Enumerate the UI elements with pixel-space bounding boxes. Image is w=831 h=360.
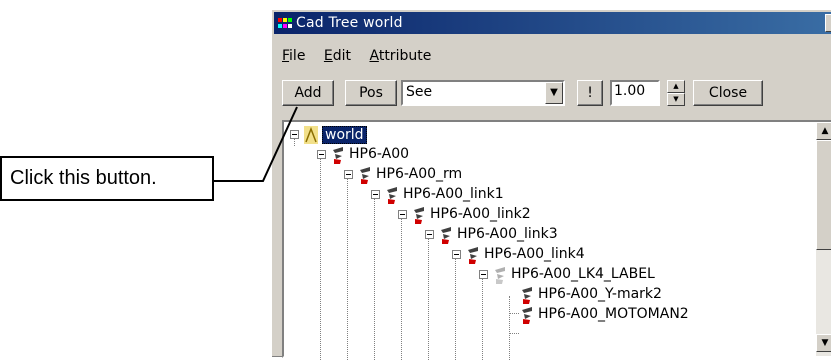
pos-button[interactable]: Pos	[345, 80, 397, 106]
tree-item-label: HP6-A00_link1	[403, 186, 504, 202]
collapse-icon[interactable]	[290, 130, 299, 139]
menu-edit-label: dit	[332, 48, 352, 64]
mode-select-value: See	[406, 84, 433, 100]
add-button-label: Add	[294, 85, 322, 101]
tree-item-label: HP6-A00_link2	[430, 206, 531, 222]
toolbar: Add Pos See ▼ ! 1.00 ▲ ▼ Close	[272, 80, 831, 114]
mode-select[interactable]: See ▼	[401, 80, 565, 106]
bang-button[interactable]: !	[577, 80, 603, 106]
collapse-icon[interactable]	[344, 170, 353, 179]
close-button-label: Close	[708, 85, 748, 101]
collapse-icon[interactable]	[425, 230, 434, 239]
scale-input[interactable]: 1.00	[610, 80, 660, 106]
collapse-icon[interactable]	[452, 250, 461, 259]
robot-icon	[387, 187, 397, 204]
robot-icon	[333, 147, 343, 164]
tree-connector	[401, 216, 402, 360]
tree-connector	[374, 196, 375, 360]
menu-attribute[interactable]: Attribute	[369, 48, 431, 64]
vertical-scrollbar[interactable]: ▲ ▼	[816, 122, 831, 356]
collapse-icon[interactable]	[317, 150, 326, 159]
robot-gray-icon	[495, 267, 505, 284]
scale-spinner[interactable]: ▲ ▼	[667, 80, 685, 106]
scroll-down-icon[interactable]: ▼	[816, 334, 831, 352]
tree-connector	[455, 256, 456, 360]
scroll-up-icon[interactable]: ▲	[816, 122, 831, 140]
tree-item-label: HP6-A00_LK4_LABEL	[511, 266, 655, 282]
tree-connector	[428, 236, 429, 360]
tree-item-label: HP6-A00_MOTOMAN2	[538, 306, 689, 322]
menu-attribute-accel: A	[369, 48, 379, 64]
robot-icon	[414, 207, 424, 224]
tree-item-label: HP6-A00_Y-mark2	[538, 286, 662, 302]
callout-text: Click this button.	[10, 167, 157, 189]
window-title: Cad Tree world	[296, 15, 403, 31]
collapse-icon[interactable]	[371, 190, 380, 199]
collapse-icon[interactable]	[398, 210, 407, 219]
tree-connector	[509, 313, 519, 314]
window-close-button[interactable]: ×	[825, 14, 831, 32]
robot-icon	[360, 167, 370, 184]
close-button[interactable]: Close	[693, 80, 763, 106]
menu-file-accel: F	[282, 48, 290, 64]
pos-button-label: Pos	[359, 85, 383, 101]
tree-item-label: HP6-A00_link3	[457, 226, 558, 242]
bang-button-label: !	[587, 85, 593, 101]
tree-connector	[509, 333, 519, 334]
scale-input-value: 1.00	[614, 83, 646, 99]
app-icon	[278, 18, 292, 28]
chevron-down-icon[interactable]: ▼	[545, 82, 563, 104]
title-bar: Cad Tree world ×	[274, 12, 831, 34]
add-button[interactable]: Add	[282, 80, 334, 106]
menu-file[interactable]: File	[282, 48, 305, 64]
tree-item-label: HP6-A00	[349, 146, 410, 162]
tree-connector	[320, 156, 321, 360]
robot-icon	[468, 247, 478, 264]
menu-file-label: ile	[289, 48, 306, 64]
menu-edit[interactable]: Edit	[324, 48, 351, 64]
root-icon	[304, 126, 318, 144]
robot-icon	[522, 287, 532, 304]
tree-item-label: HP6-A00_rm	[376, 166, 463, 182]
scroll-thumb[interactable]	[816, 140, 831, 250]
tree-view[interactable]: world HP6-A00 HP6-A00_rm HP6-A00_link1 H…	[282, 120, 831, 360]
robot-icon	[441, 227, 451, 244]
robot-icon	[522, 307, 532, 324]
menu-bar: File Edit Attribute	[282, 48, 445, 64]
menu-edit-accel: E	[323, 48, 333, 64]
menu-attribute-label: ttribute	[378, 48, 432, 64]
collapse-icon[interactable]	[479, 270, 488, 279]
cad-tree-window: Cad Tree world × File Edit Attribute Add…	[271, 9, 831, 360]
spin-down-icon[interactable]: ▼	[667, 93, 685, 106]
tree-connector	[347, 176, 348, 360]
callout-box: Click this button.	[0, 156, 214, 201]
tree-connector	[482, 276, 483, 360]
tree-connector	[509, 296, 510, 360]
tree-item-label: HP6-A00_link4	[484, 246, 585, 262]
tree-item-label: world	[322, 126, 367, 144]
spin-up-icon[interactable]: ▲	[667, 80, 685, 93]
